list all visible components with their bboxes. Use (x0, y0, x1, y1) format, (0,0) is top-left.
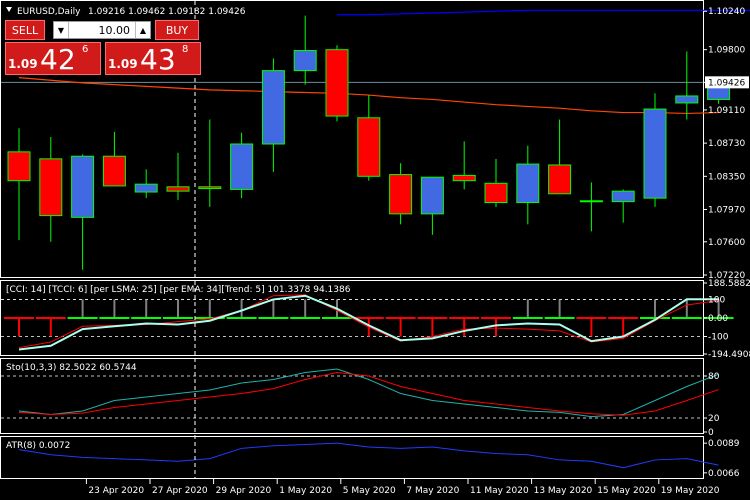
atr-pane (0, 436, 704, 479)
stochastic-y-tick: 20 (708, 414, 720, 424)
candle-body (516, 163, 540, 204)
x-tick-label: 19 May 2020 (661, 486, 720, 496)
price-y-tick: 1.07600 (708, 238, 745, 248)
bid-quote[interactable]: 1.09 42 6 (5, 42, 101, 76)
candle-body (71, 155, 95, 218)
one-click-trading-panel: SELL ▼ ▲ BUY 1.09 42 6 1.09 43 8 (5, 20, 201, 76)
ask-quote[interactable]: 1.09 43 8 (105, 42, 201, 76)
candle-body (293, 50, 317, 72)
candle-body (39, 158, 63, 217)
bid-pips: 42 (40, 43, 76, 76)
cci-y-tick: 0.00 (708, 314, 728, 324)
ask-pips: 43 (140, 43, 176, 76)
x-tick-label: 23 Apr 2020 (88, 486, 144, 496)
lot-increase-icon[interactable]: ▲ (135, 22, 150, 38)
price-y-tick: 1.09110 (708, 106, 745, 116)
bid-fraction: 6 (82, 44, 89, 55)
candle-body (230, 143, 254, 190)
x-tick-label: 11 May 2020 (470, 486, 529, 496)
atr-y-tick: 0.0066 (708, 469, 740, 479)
ask-prefix: 1.09 (108, 57, 138, 71)
x-tick-label: 29 Apr 2020 (216, 486, 272, 496)
candle-body (102, 155, 126, 187)
lot-size-stepper[interactable]: ▼ ▲ (53, 21, 151, 39)
price-y-tick: 1.09426 (708, 78, 745, 88)
x-tick-label: 5 May 2020 (343, 486, 396, 496)
candle-body (420, 176, 444, 215)
candle-body (484, 182, 508, 204)
buy-button[interactable]: BUY (155, 20, 199, 40)
cci-y-tick: -194.4908 (708, 350, 750, 360)
price-y-tick: 1.08730 (708, 139, 745, 149)
price-y-tick: 1.07970 (708, 205, 745, 215)
candle-body (643, 108, 667, 199)
stochastic-label: Sto(10,3,3) 82.5022 60.5744 (6, 363, 137, 373)
x-axis-labels: 23 Apr 2020 27 Apr 2020 29 Apr 2020 1 May 2… (85, 479, 720, 496)
price-y-tick: 1.09800 (708, 46, 745, 56)
candle-body (389, 174, 413, 215)
candle-body (7, 151, 31, 182)
stochastic-y-tick: 0 (708, 428, 714, 438)
x-tick-label: 1 May 2020 (279, 486, 332, 496)
x-tick-label: 15 May 2020 (597, 486, 656, 496)
chart-ohlc: 1.09216 1.09462 1.09182 1.09426 (88, 7, 246, 17)
candle-body (166, 186, 190, 192)
chart-symbol: EURUSD,Daily (17, 7, 81, 17)
x-tick-label: 13 May 2020 (534, 486, 593, 496)
bid-prefix: 1.09 (8, 57, 38, 71)
cci-y-tick: 188.5882 (708, 279, 750, 289)
lot-decrease-icon[interactable]: ▼ (54, 22, 69, 38)
y-axis-labels: 1.10240 1.09800 1.09426 1.09110 1.08730 1.083… (703, 7, 750, 479)
candle-body (261, 70, 285, 145)
cci-y-tick: -100 (708, 332, 729, 342)
cci-y-tick: 100 (708, 295, 725, 305)
stochastic-y-tick: 80 (708, 372, 720, 382)
sell-button[interactable]: SELL (5, 20, 45, 40)
price-y-tick: 1.08350 (708, 172, 745, 182)
candle-body (357, 117, 381, 177)
ask-fraction: 8 (182, 44, 189, 55)
candle-body (325, 49, 349, 117)
candle-body (579, 200, 603, 203)
cci-label: [CCI: 14] [TCCI: 6] [per LSMA: 25] [per … (6, 285, 351, 295)
candle-body (548, 164, 572, 195)
lot-size-input[interactable] (70, 22, 134, 38)
price-y-tick: 1.10240 (708, 7, 745, 17)
atr-y-tick: 0.0089 (708, 439, 740, 449)
candle-body (198, 186, 222, 190)
candle-body (611, 190, 635, 203)
x-tick-label: 7 May 2020 (406, 486, 459, 496)
candle-body (675, 95, 699, 104)
candle-body (134, 183, 158, 193)
atr-label: ATR(8) 0.0072 (6, 441, 70, 451)
x-tick-label: 27 Apr 2020 (152, 486, 208, 496)
candle-body (452, 174, 476, 182)
